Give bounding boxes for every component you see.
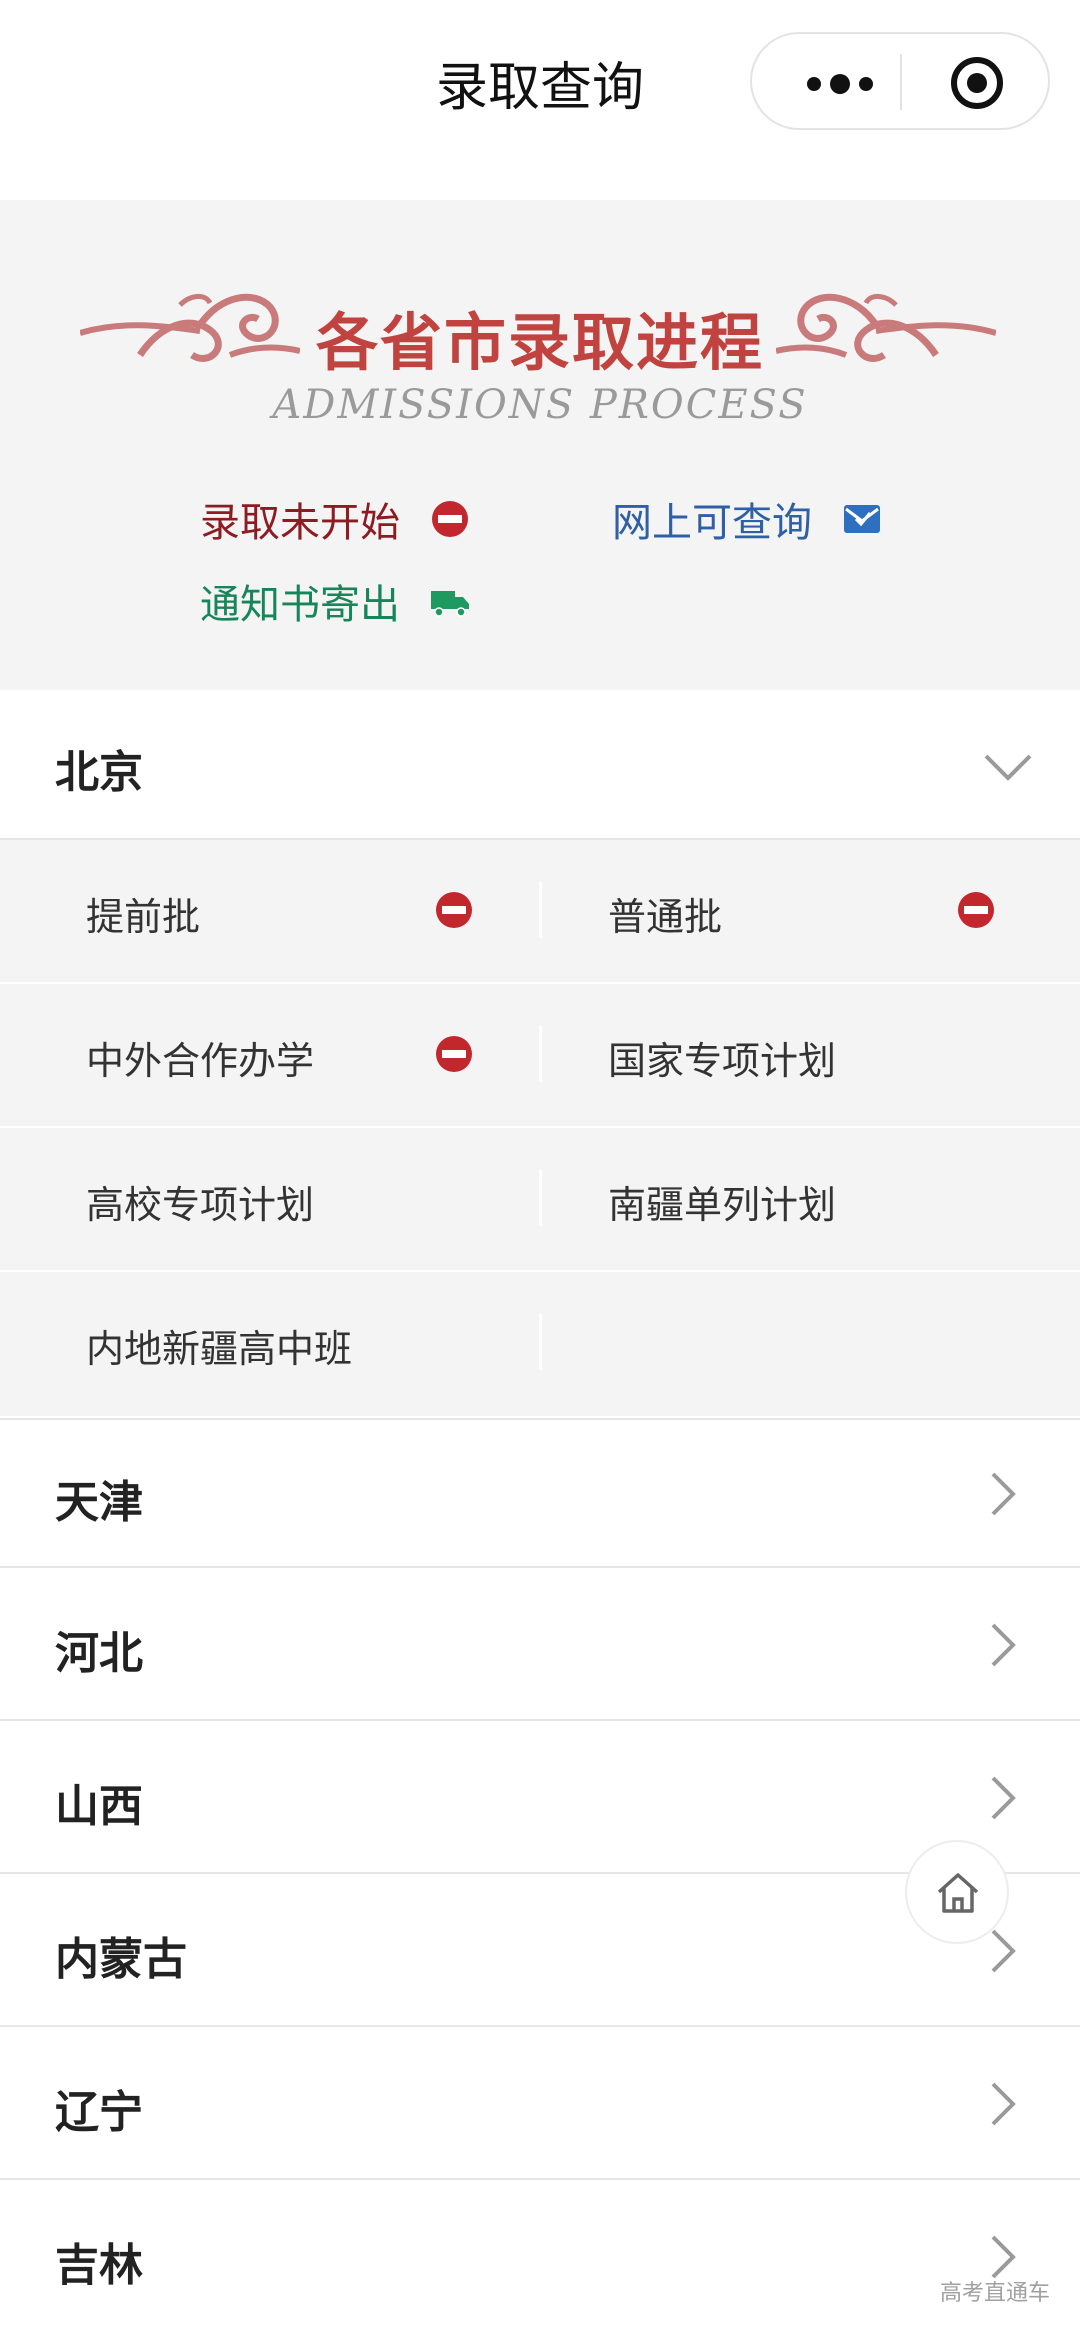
- province-name: 吉林: [55, 2240, 143, 2291]
- legend-not-started: 录取未开始: [200, 490, 470, 548]
- province-name: 北京: [55, 747, 143, 798]
- province-name: 内蒙古: [55, 1934, 187, 1985]
- batch-item-zhongwai[interactable]: 中外合作办学: [0, 984, 540, 1128]
- legend-mailed: 通知书寄出: [200, 572, 470, 630]
- column-divider: [539, 1314, 542, 1370]
- province-name: 辽宁: [55, 2087, 143, 2138]
- batch-label: 内地新疆高中班: [86, 1327, 353, 1371]
- chevron-right-icon: [991, 1472, 1016, 1516]
- capsule-divider: [900, 54, 902, 110]
- no-entry-icon: [436, 1036, 472, 1072]
- chevron-right-icon: [991, 1623, 1016, 1667]
- batch-label: 南疆单列计划: [608, 1183, 837, 1227]
- no-entry-icon: [436, 892, 472, 928]
- batch-label: 普通批: [608, 895, 723, 939]
- batch-item-putongpi[interactable]: 普通批: [540, 840, 1080, 984]
- top-navigation-bar: 录取查询: [0, 0, 1080, 200]
- batch-row: 中外合作办学 国家专项计划: [0, 984, 1080, 1128]
- province-row-shanxi[interactable]: 山西: [0, 1724, 1080, 1874]
- legend-online-label: 网上可查询: [612, 500, 812, 546]
- admissions-banner: 各省市录取进程 ADMISSIONS PROCESS 录取未开始 网上可查询 通…: [0, 200, 1080, 690]
- batch-item-guojia[interactable]: 国家专项计划: [540, 984, 1080, 1128]
- batch-row: 内地新疆高中班: [0, 1272, 1080, 1418]
- more-dots-icon[interactable]: [800, 64, 910, 104]
- watermark-text: 高考直通车: [940, 2281, 1051, 2306]
- legend-not-started-label: 录取未开始: [200, 500, 400, 546]
- batch-label: 提前批: [86, 895, 201, 939]
- province-row-tianjin[interactable]: 天津: [0, 1418, 1080, 1568]
- batch-item-gaoxiao[interactable]: 高校专项计划: [0, 1128, 540, 1272]
- province-name: 山西: [55, 1781, 143, 1832]
- batch-label: 高校专项计划: [86, 1183, 315, 1227]
- batch-label: 国家专项计划: [608, 1039, 837, 1083]
- banner-subtitle: ADMISSIONS PROCESS: [272, 382, 808, 428]
- province-name: 天津: [55, 1477, 143, 1528]
- mail-check-icon: [844, 505, 880, 533]
- chevron-right-icon: [991, 1776, 1016, 1820]
- province-name: 河北: [55, 1628, 143, 1679]
- home-icon: [937, 1873, 979, 1913]
- home-button[interactable]: [905, 1840, 1009, 1944]
- no-entry-icon: [958, 892, 994, 928]
- batch-row: 高校专项计划 南疆单列计划: [0, 1128, 1080, 1272]
- province-row-beijing[interactable]: 北京: [0, 690, 1080, 840]
- no-entry-icon: [432, 501, 468, 537]
- mini-program-capsule: [750, 32, 1050, 130]
- legend-mailed-label: 通知书寄出: [200, 582, 400, 628]
- truck-icon: [431, 591, 469, 617]
- batch-item-tiqianpi[interactable]: 提前批: [0, 840, 540, 984]
- banner-title: 各省市录取进程: [315, 306, 764, 379]
- province-row-liaoning[interactable]: 辽宁: [0, 2030, 1080, 2180]
- chevron-right-icon: [991, 2082, 1016, 2126]
- province-row-jilin[interactable]: 吉林: [0, 2183, 1080, 2325]
- target-circle-icon[interactable]: [950, 56, 1004, 110]
- legend-online: 网上可查询: [612, 490, 882, 548]
- province-row-hebei[interactable]: 河北: [0, 1571, 1080, 1721]
- batch-item-nanjiang[interactable]: 南疆单列计划: [540, 1128, 1080, 1272]
- batch-row: 提前批 普通批: [0, 840, 1080, 984]
- beijing-batch-grid: 提前批 普通批 中外合作办学 国家专项计划 高校专项计划 南疆单列计划 内地新疆…: [0, 840, 1080, 1418]
- batch-label: 中外合作办学: [86, 1039, 315, 1083]
- chevron-down-icon: [984, 754, 1032, 781]
- batch-item-neidi-xinjiang[interactable]: 内地新疆高中班: [0, 1272, 540, 1416]
